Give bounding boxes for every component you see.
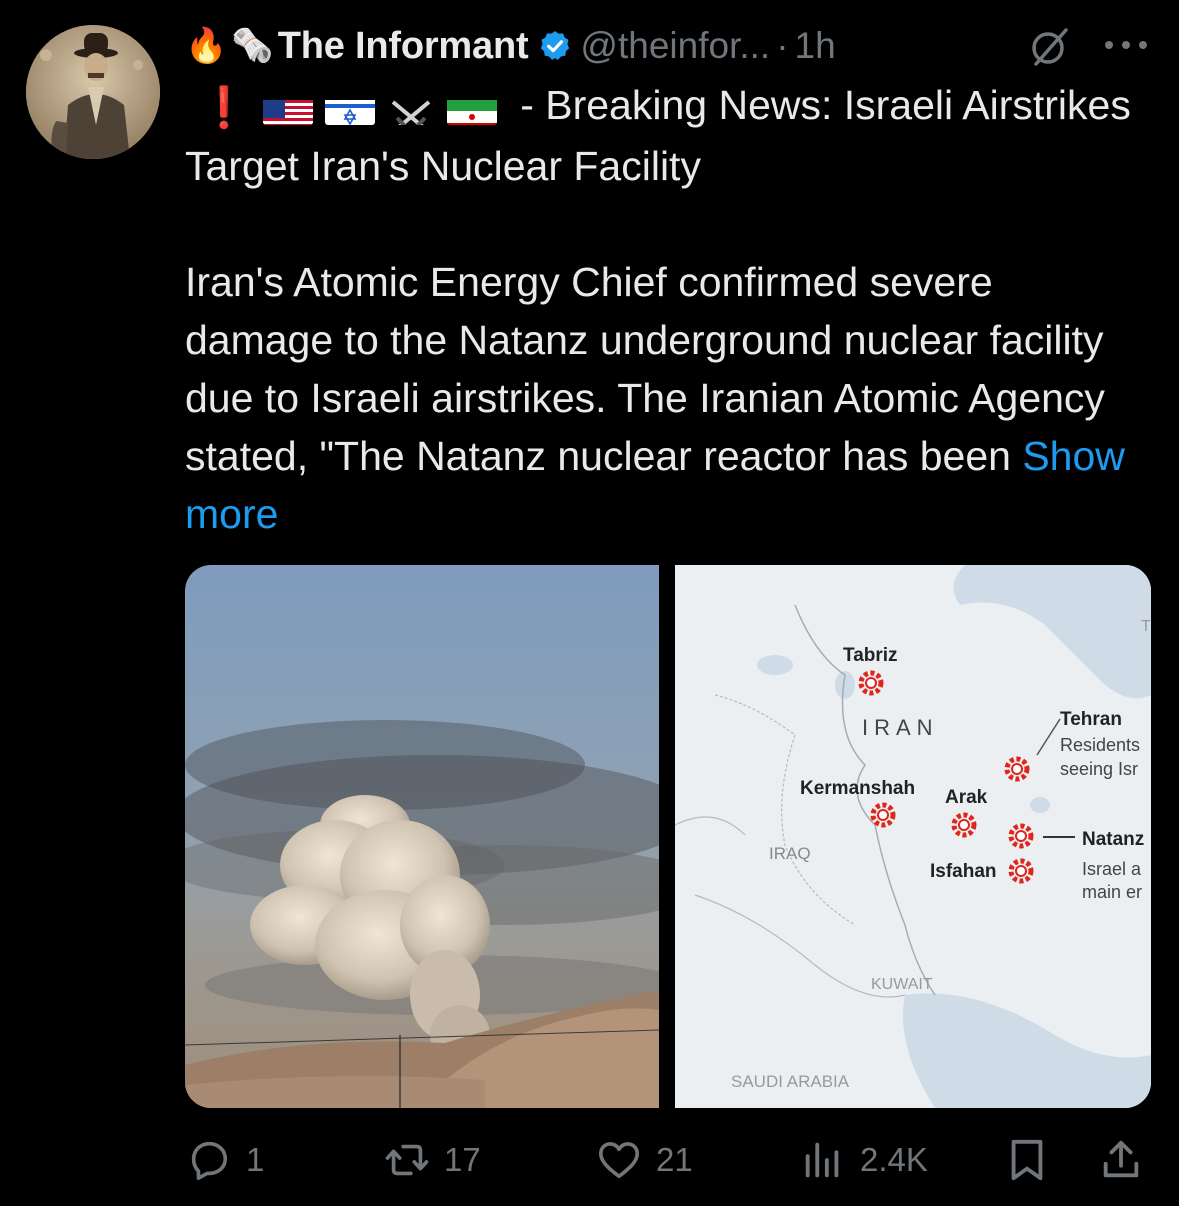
media-divider — [659, 565, 675, 1108]
israel-flag-icon — [324, 91, 375, 126]
author-name[interactable]: The Informant — [278, 25, 529, 68]
label-saudi-arabia: SAUDI ARABIA — [731, 1072, 850, 1091]
smoke-photo[interactable] — [185, 565, 705, 1108]
iran-flag-icon — [446, 91, 497, 126]
label-arak: Arak — [945, 787, 988, 808]
fire-emoji: 🔥 — [185, 26, 228, 66]
repost-icon — [385, 1144, 429, 1176]
reply-button[interactable]: 1 — [186, 1125, 264, 1195]
label-natanz: Natanz — [1082, 829, 1144, 850]
tweet-text: ❗ - Breaking News: Israeli Airstrikes Ta… — [185, 76, 1145, 543]
bookmark-button[interactable] — [1004, 1125, 1050, 1195]
emoji-row: ❗ — [185, 79, 509, 137]
author-handle[interactable]: @theinfor... — [580, 25, 770, 67]
verified-badge-icon — [541, 31, 570, 60]
map-image[interactable]: Tabriz IRAN Tehran Residents seeing Isr … — [674, 565, 1151, 1108]
tweet-body: Iran's Atomic Energy Chief confirmed sev… — [185, 259, 1105, 480]
avatar-image — [26, 25, 160, 159]
share-icon — [1103, 1140, 1139, 1178]
label-seeing: seeing Isr — [1060, 759, 1138, 779]
reply-icon — [191, 1141, 228, 1181]
repost-count: 17 — [444, 1141, 481, 1178]
views-button[interactable]: 2.4K — [800, 1125, 928, 1195]
label-isfahan: Isfahan — [930, 861, 997, 882]
exclamation-emoji: ❗ — [199, 86, 249, 131]
separator-dot: · — [776, 25, 789, 66]
action-bar: 1 17 21 2.4K — [0, 1125, 1179, 1195]
views-count: 2.4K — [860, 1141, 928, 1178]
share-button[interactable] — [1098, 1125, 1144, 1195]
media-grid: Tabriz IRAN Tehran Residents seeing Isr … — [185, 565, 1151, 1108]
like-count: 21 — [656, 1141, 693, 1178]
label-iraq: IRAQ — [769, 844, 811, 863]
us-flag-icon — [262, 91, 313, 126]
label-israel-a: Israel a — [1082, 859, 1142, 879]
tweet-header: 🔥 🗞️ The Informant @theinfor... · 1h — [185, 16, 1160, 76]
heart-icon — [598, 1142, 640, 1179]
avatar[interactable] — [26, 25, 160, 159]
repost-button[interactable]: 17 — [384, 1125, 481, 1195]
tweet-body-paragraph: Iran's Atomic Energy Chief confirmed sev… — [185, 253, 1145, 543]
newspaper-emoji: 🗞️ — [231, 26, 274, 66]
label-tehran: Tehran — [1060, 709, 1122, 730]
tweet-headline-paragraph: ❗ - Breaking News: Israeli Airstrikes Ta… — [185, 76, 1145, 195]
label-iran: IRAN — [862, 715, 939, 740]
iran-strike-map: Tabriz IRAN Tehran Residents seeing Isr … — [674, 565, 1151, 1108]
reply-count: 1 — [246, 1141, 265, 1178]
crossed-swords-icon — [387, 91, 435, 126]
smoke-plume-image — [185, 565, 705, 1108]
more-options-icon[interactable] — [1102, 38, 1150, 52]
like-button[interactable]: 21 — [596, 1125, 693, 1195]
label-kuwait: KUWAIT — [871, 976, 933, 993]
label-residents: Residents — [1060, 735, 1140, 755]
label-tabriz: Tabriz — [843, 645, 898, 666]
label-main-er: main er — [1082, 882, 1142, 902]
label-kermanshah: Kermanshah — [800, 778, 915, 799]
grok-icon[interactable] — [1026, 24, 1072, 70]
analytics-icon — [805, 1142, 839, 1178]
label-t: T — [1141, 618, 1151, 635]
post-time[interactable]: 1h — [795, 25, 836, 67]
bookmark-icon — [1011, 1139, 1043, 1181]
